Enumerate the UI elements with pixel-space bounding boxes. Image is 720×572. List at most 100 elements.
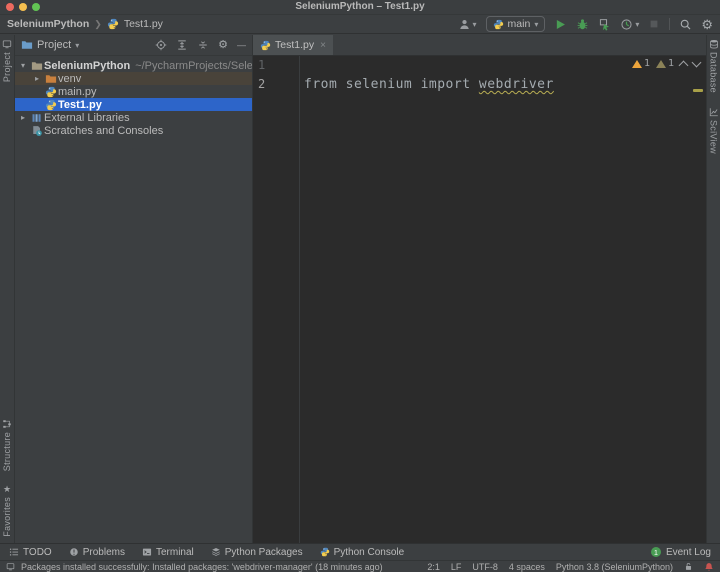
project-panel-actions: ⚙ — <box>155 39 246 52</box>
debug-button[interactable] <box>576 18 589 31</box>
select-opened-file-button[interactable] <box>155 39 167 51</box>
stop-button[interactable] <box>648 18 660 30</box>
previous-problem-button[interactable] <box>679 60 689 70</box>
database-icon <box>709 39 719 49</box>
problems-icon <box>69 547 79 557</box>
chevron-down-icon[interactable]: ▾ <box>17 61 29 70</box>
tree-row-test1-py[interactable]: Test1.py <box>15 98 252 111</box>
panel-options-gear-button[interactable]: ⚙ <box>218 39 228 52</box>
tool-stripe-favorites-button[interactable]: ★ Favorites <box>2 485 12 537</box>
tool-stripe-sciview-label: SciView <box>709 120 719 154</box>
run-with-coverage-button[interactable] <box>598 18 611 31</box>
close-tab-icon[interactable]: × <box>320 40 326 51</box>
warning-icon <box>632 60 642 68</box>
tool-stripe-favorites-label: Favorites <box>2 497 12 537</box>
profiler-button[interactable]: ▾ <box>620 18 639 31</box>
tree-row-external-libraries[interactable]: ▸ External Libraries <box>15 111 252 124</box>
indent-style[interactable]: 4 spaces <box>509 562 545 572</box>
tree-row-venv[interactable]: ▸ venv <box>15 72 252 85</box>
libraries-icon <box>31 112 43 124</box>
tree-item-label: Scratches and Consoles <box>44 125 163 137</box>
event-log-button[interactable]: 1 Event Log <box>651 547 711 558</box>
tool-stripe-structure-button[interactable]: Structure <box>2 419 12 471</box>
notification-bell-icon[interactable] <box>704 562 714 572</box>
tab-label: Test1.py <box>275 39 314 51</box>
todo-button[interactable]: TODO <box>9 547 52 558</box>
line-number: 2 <box>253 75 295 94</box>
python-console-button[interactable]: Python Console <box>320 547 405 558</box>
toolbar-divider <box>669 18 670 30</box>
caret-position[interactable]: 2:1 <box>427 562 440 572</box>
chevron-right-icon[interactable]: ▸ <box>31 74 43 83</box>
project-panel-title-button[interactable]: Project ▾ <box>21 39 79 51</box>
tool-stripe-project-label: Project <box>2 52 12 82</box>
tree-item-label: main.py <box>58 86 97 98</box>
next-problem-button[interactable] <box>692 57 702 67</box>
status-message[interactable]: Packages installed successfully: Install… <box>21 562 383 572</box>
title-bar: SeleniumPython – Test1.py <box>0 0 720 15</box>
code-editor[interactable]: 1 2 from selenium import webdriver 1 1 <box>253 56 706 543</box>
breadcrumb-separator-icon: ❯ <box>94 19 102 30</box>
file-encoding[interactable]: UTF-8 <box>472 562 498 572</box>
warnings-indicator[interactable]: 1 <box>632 58 650 69</box>
project-stripe-icon <box>2 39 12 49</box>
settings-gear-button[interactable]: ⚙ <box>701 18 713 31</box>
run-button[interactable] <box>554 18 567 31</box>
tool-stripe-project-button[interactable]: Project <box>2 39 12 82</box>
tool-stripe-structure-label: Structure <box>2 432 12 471</box>
editor-area: Test1.py × 1 2 from selenium import webd… <box>253 35 706 543</box>
user-menu-button[interactable]: ▾ <box>458 18 477 31</box>
todo-label: TODO <box>23 547 52 558</box>
run-configuration-name: main <box>508 18 531 30</box>
hide-tool-windows-icon[interactable] <box>6 562 15 571</box>
weak-warnings-indicator[interactable]: 1 <box>656 58 674 69</box>
breadcrumb-file[interactable]: Test1.py <box>124 18 163 30</box>
line-number: 1 <box>253 56 295 75</box>
hide-panel-button[interactable]: — <box>237 40 246 50</box>
breadcrumb-project[interactable]: SeleniumPython <box>7 18 89 30</box>
problems-button[interactable]: Problems <box>69 547 125 558</box>
tool-stripe-database-label: Database <box>709 52 719 93</box>
pycharm-window: SeleniumPython – Test1.py SeleniumPython… <box>0 0 720 572</box>
tab-test1-py[interactable]: Test1.py × <box>253 35 333 55</box>
run-configuration-select[interactable]: main ▾ <box>486 16 546 32</box>
python-file-icon <box>260 40 271 51</box>
tree-row-scratches[interactable]: Scratches and Consoles <box>15 124 252 137</box>
problems-label: Problems <box>83 547 125 558</box>
error-stripe-mark[interactable] <box>693 89 703 92</box>
sciview-icon <box>709 107 719 117</box>
main-toolbar: SeleniumPython ❯ Test1.py ▾ main ▾ ▾ <box>0 15 720 34</box>
editor-tab-bar: Test1.py × <box>253 35 706 56</box>
bottom-tool-window-bar: TODO Problems Terminal Python Packages P… <box>0 543 720 560</box>
python-file-icon <box>45 99 57 111</box>
right-tool-stripe: Database SciView <box>706 35 720 543</box>
tool-stripe-database-button[interactable]: Database <box>709 39 719 93</box>
terminal-button[interactable]: Terminal <box>142 547 194 558</box>
line-ending[interactable]: LF <box>451 562 462 572</box>
python-file-icon <box>107 18 119 30</box>
chevron-right-icon[interactable]: ▸ <box>17 113 29 122</box>
tree-row-project-root[interactable]: ▾ SeleniumPython ~/PycharmProjects/Selen… <box>15 59 252 72</box>
scratches-icon <box>31 125 43 137</box>
terminal-icon <box>142 547 152 557</box>
window-title: SeleniumPython – Test1.py <box>0 1 720 12</box>
project-panel-title: Project <box>37 39 71 51</box>
folder-icon <box>31 60 43 72</box>
python-packages-label: Python Packages <box>225 547 303 558</box>
lock-icon[interactable] <box>684 562 693 571</box>
tree-row-main-py[interactable]: main.py <box>15 85 252 98</box>
chevron-down-icon: ▾ <box>635 20 639 29</box>
event-log-label: Event Log <box>666 547 711 558</box>
search-everywhere-button[interactable] <box>679 18 692 31</box>
expand-all-button[interactable] <box>176 39 188 51</box>
collapse-all-button[interactable] <box>197 39 209 51</box>
project-tool-window: Project ▾ ⚙ — ▾ SeleniumPython ~/Pycharm… <box>15 35 253 543</box>
warning-count: 1 <box>644 58 650 69</box>
interpreter[interactable]: Python 3.8 (SeleniumPython) <box>556 562 673 572</box>
python-packages-button[interactable]: Python Packages <box>211 547 303 558</box>
tool-stripe-sciview-button[interactable]: SciView <box>709 107 719 154</box>
weak-warning-icon <box>656 60 666 68</box>
code-line-2[interactable]: 2 from selenium import webdriver <box>253 75 706 94</box>
code-text: from selenium import <box>304 77 479 92</box>
packages-icon <box>211 547 221 557</box>
